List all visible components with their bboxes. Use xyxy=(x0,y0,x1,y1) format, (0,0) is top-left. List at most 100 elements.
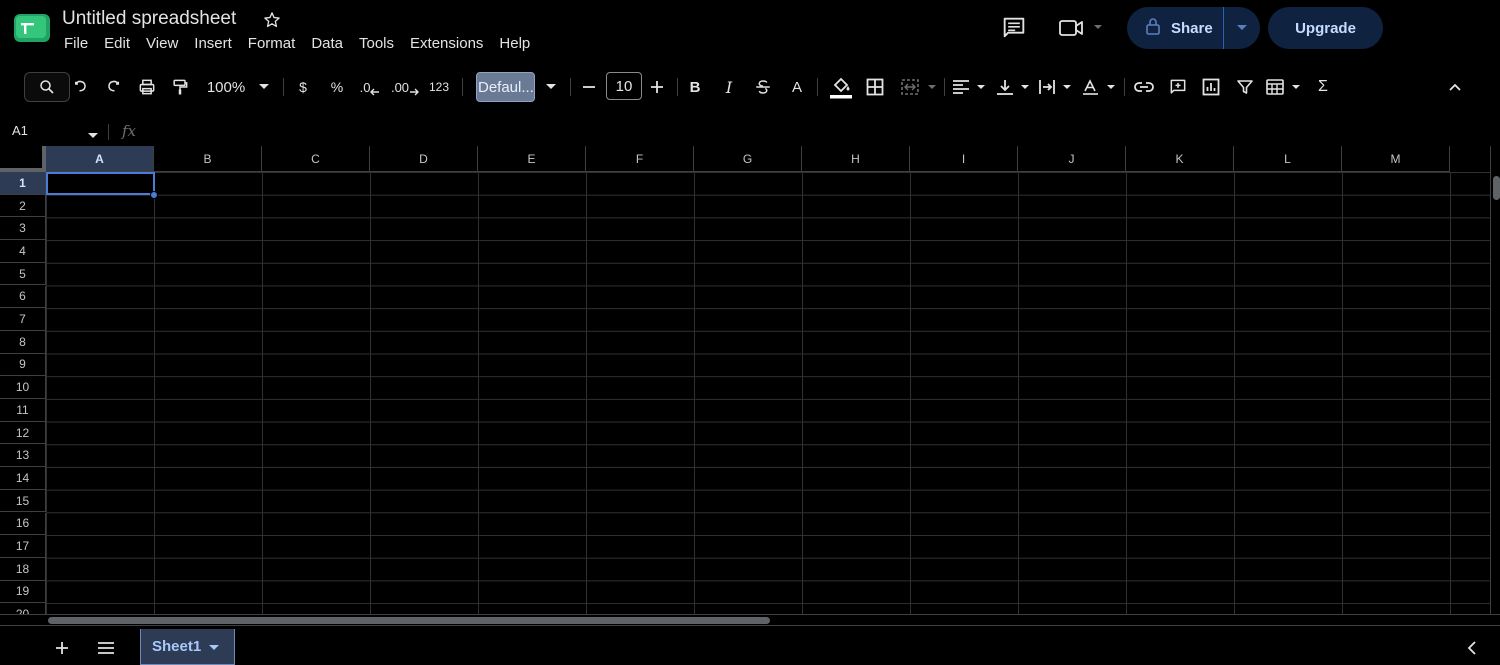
insert-chart-icon[interactable] xyxy=(1199,72,1223,102)
row-header[interactable]: 15 xyxy=(0,489,46,513)
share-main[interactable]: Share xyxy=(1127,7,1224,49)
meet-video-icon[interactable] xyxy=(1056,14,1108,42)
merge-cells-icon[interactable] xyxy=(898,72,940,102)
row-header[interactable]: 10 xyxy=(0,376,46,399)
column-header[interactable]: E xyxy=(478,146,586,172)
menu-tools[interactable]: Tools xyxy=(351,34,402,54)
side-panel-chevron-left-icon[interactable] xyxy=(1460,636,1484,660)
decrease-decimal-button[interactable]: .0 xyxy=(356,72,384,102)
text-color-button[interactable]: A xyxy=(786,72,808,102)
column-header[interactable]: M xyxy=(1342,146,1450,172)
row-header[interactable]: 12 xyxy=(0,421,46,445)
document-title[interactable]: Untitled spreadsheet xyxy=(62,8,236,30)
column-header[interactable]: B xyxy=(154,146,262,172)
row-header[interactable]: 13 xyxy=(0,444,46,468)
row-header[interactable]: 17 xyxy=(0,535,46,558)
filter-icon[interactable] xyxy=(1233,72,1257,102)
name-box[interactable]: A1 xyxy=(12,123,28,138)
add-sheet-plus-icon[interactable] xyxy=(48,636,76,660)
percent-format-button[interactable]: % xyxy=(326,72,348,102)
menu-file[interactable]: File xyxy=(56,34,96,54)
filter-views-icon[interactable] xyxy=(1264,72,1304,102)
column-header[interactable]: H xyxy=(802,146,910,172)
upgrade-button[interactable]: Upgrade xyxy=(1268,7,1383,49)
row-header[interactable]: 16 xyxy=(0,512,46,536)
menu-data[interactable]: Data xyxy=(303,34,351,54)
menu-insert[interactable]: Insert xyxy=(186,34,240,54)
cell-area[interactable] xyxy=(46,172,1490,614)
column-header[interactable]: D xyxy=(370,146,478,172)
text-wrapping-icon[interactable] xyxy=(1036,72,1074,102)
row-header[interactable]: 20 xyxy=(0,603,46,614)
insert-comment-icon[interactable] xyxy=(1166,72,1190,102)
row-header[interactable]: 19 xyxy=(0,580,46,604)
share-button[interactable]: Share xyxy=(1127,7,1260,49)
font-size-input[interactable]: 10 xyxy=(606,72,642,100)
row-header[interactable]: 9 xyxy=(0,353,46,377)
vertical-scroll-thumb[interactable] xyxy=(1493,176,1500,200)
column-header[interactable]: G xyxy=(694,146,802,172)
insert-link-icon[interactable] xyxy=(1132,72,1156,102)
column-header[interactable]: A xyxy=(46,146,154,172)
row-header[interactable]: 4 xyxy=(0,240,46,263)
font-family-select[interactable]: Defaul... xyxy=(476,72,535,102)
comment-history-icon[interactable] xyxy=(1000,14,1028,42)
row-header[interactable]: 18 xyxy=(0,557,46,581)
paint-format-icon[interactable] xyxy=(169,72,191,102)
select-all-corner[interactable] xyxy=(0,146,46,172)
more-formats-button[interactable]: 123 xyxy=(425,72,453,102)
column-header[interactable]: K xyxy=(1126,146,1234,172)
collapse-toolbar-chevron-up-icon[interactable] xyxy=(1444,72,1466,102)
italic-button[interactable]: I xyxy=(718,72,740,102)
share-options-chevron-down-icon[interactable] xyxy=(1224,7,1260,49)
menu-format[interactable]: Format xyxy=(240,34,304,54)
vertical-align-icon[interactable] xyxy=(994,72,1032,102)
row-header[interactable]: 8 xyxy=(0,330,46,354)
zoom-select[interactable]: 100% xyxy=(200,72,252,102)
formula-input[interactable] xyxy=(150,122,1450,142)
column-header[interactable]: C xyxy=(262,146,370,172)
sheets-logo-icon[interactable] xyxy=(14,14,50,42)
sheet-tab[interactable]: Sheet1 xyxy=(140,629,235,665)
column-header[interactable]: I xyxy=(910,146,1018,172)
row-header[interactable]: 1 xyxy=(0,172,46,195)
menu-help[interactable]: Help xyxy=(491,34,538,54)
menu-view[interactable]: View xyxy=(138,34,186,54)
menu-edit[interactable]: Edit xyxy=(96,34,138,54)
active-cell[interactable] xyxy=(46,172,155,195)
row-header[interactable]: 11 xyxy=(0,399,46,422)
text-rotation-icon[interactable] xyxy=(1080,72,1118,102)
redo-icon[interactable] xyxy=(102,72,124,102)
strikethrough-icon[interactable] xyxy=(752,72,774,102)
row-header[interactable]: 2 xyxy=(0,194,46,218)
font-family-chevron-down-icon[interactable] xyxy=(543,72,559,102)
column-header[interactable]: L xyxy=(1234,146,1342,172)
search-menus-icon[interactable] xyxy=(24,72,70,102)
borders-icon[interactable] xyxy=(864,72,886,102)
increase-font-size-icon[interactable] xyxy=(646,72,668,102)
column-header[interactable]: F xyxy=(586,146,694,172)
horizontal-scroll-thumb[interactable] xyxy=(48,617,770,624)
decrease-font-size-icon[interactable] xyxy=(578,72,600,102)
print-icon[interactable] xyxy=(136,72,158,102)
column-header[interactable]: J xyxy=(1018,146,1126,172)
horizontal-scrollbar[interactable] xyxy=(0,614,1500,626)
undo-icon[interactable] xyxy=(70,72,92,102)
vertical-scrollbar[interactable] xyxy=(1490,146,1500,614)
star-icon[interactable] xyxy=(262,10,282,30)
row-header[interactable]: 6 xyxy=(0,285,46,309)
row-header[interactable]: 5 xyxy=(0,262,46,286)
horizontal-align-icon[interactable] xyxy=(950,72,988,102)
fill-handle[interactable] xyxy=(150,191,158,199)
currency-format-button[interactable]: $ xyxy=(292,72,314,102)
menu-extensions[interactable]: Extensions xyxy=(402,34,491,54)
row-header[interactable]: 14 xyxy=(0,467,46,490)
sheet-tab-chevron-down-icon[interactable] xyxy=(209,638,220,656)
row-header[interactable]: 7 xyxy=(0,308,46,331)
fill-color-icon[interactable] xyxy=(828,72,854,102)
functions-button[interactable]: Σ xyxy=(1312,72,1334,102)
zoom-chevron-down-icon[interactable] xyxy=(256,72,272,102)
increase-decimal-button[interactable]: .00 xyxy=(390,72,420,102)
name-box-chevron-down-icon[interactable] xyxy=(88,126,98,144)
bold-button[interactable]: B xyxy=(684,72,706,102)
